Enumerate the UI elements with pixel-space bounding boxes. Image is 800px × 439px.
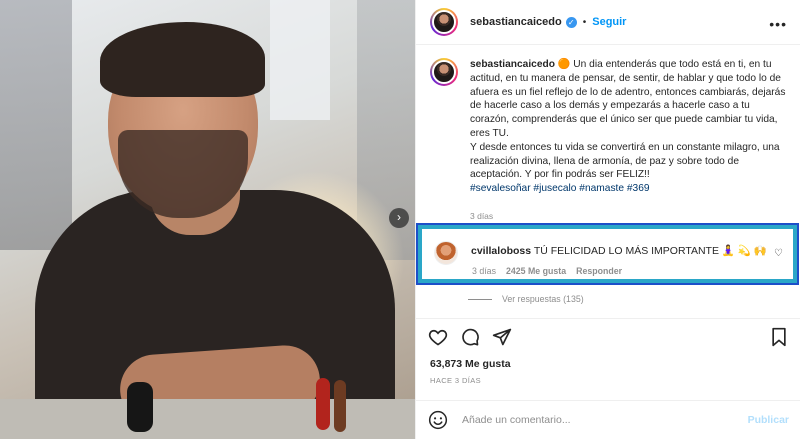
man-hair xyxy=(100,22,265,97)
comment-text: TÚ FELICIDAD LO MÁS IMPORTANTE 🧘‍♀️ 💫 🙌 xyxy=(533,245,767,257)
add-comment-bar: Publicar xyxy=(416,400,800,439)
view-replies-button[interactable]: Ver respuestas (135) xyxy=(468,294,584,304)
comment: cvillaloboss TÚ FELICIDAD LO MÁS IMPORTA… xyxy=(434,241,767,265)
post-photo[interactable]: › xyxy=(0,0,415,439)
table-surface xyxy=(0,399,415,439)
building-center xyxy=(270,0,330,120)
caption-avatar[interactable] xyxy=(430,58,458,86)
comment-meta: 3 días 2425 Me gusta Responder xyxy=(472,266,622,276)
verified-badge-icon: ✓ xyxy=(565,16,577,28)
likes-count[interactable]: 63,873 Me gusta xyxy=(430,358,511,370)
more-horizontal-icon[interactable]: ••• xyxy=(769,16,787,32)
comment-icon[interactable] xyxy=(460,327,480,347)
post-side-panel: sebastiancaicedo ✓ • Seguir ••• sebastia… xyxy=(415,0,800,439)
caption-hashtags[interactable]: #sevalesoñar #jusecalo #namaste #369 xyxy=(470,182,790,196)
comment-time: 3 días xyxy=(472,266,496,276)
caption-text: 🟠 Un dia entenderás que todo está en ti,… xyxy=(470,59,786,181)
post-caption: sebastiancaicedo 🟠 Un dia entenderás que… xyxy=(430,58,790,196)
building-left xyxy=(0,0,72,250)
bracelet-beads xyxy=(334,380,346,432)
post-actions xyxy=(416,318,800,358)
comment-likes[interactable]: 2425 Me gusta xyxy=(506,266,566,276)
commenter-avatar[interactable] xyxy=(434,241,458,265)
separator: • xyxy=(582,16,587,28)
post-header: sebastiancaicedo ✓ • Seguir ••• xyxy=(416,0,800,45)
caption-body: sebastiancaicedo 🟠 Un dia entenderás que… xyxy=(470,58,790,196)
bracelet-black xyxy=(127,382,153,432)
comment-body: cvillaloboss TÚ FELICIDAD LO MÁS IMPORTA… xyxy=(471,241,767,265)
commenter-username[interactable]: cvillaloboss xyxy=(471,245,531,257)
bracelet-red xyxy=(316,378,330,430)
follow-button[interactable]: Seguir xyxy=(592,16,626,28)
instagram-post: › sebastiancaicedo ✓ • Seguir ••• sebast… xyxy=(0,0,800,439)
replies-divider xyxy=(468,298,492,300)
view-replies-label[interactable]: Ver respuestas (135) xyxy=(502,294,584,304)
comment-input[interactable] xyxy=(462,414,732,426)
caption-time: 3 días xyxy=(470,211,494,221)
bookmark-icon[interactable] xyxy=(769,327,789,347)
share-icon[interactable] xyxy=(492,327,512,347)
caption-username[interactable]: sebastiancaicedo xyxy=(470,59,555,70)
chevron-right-icon[interactable]: › xyxy=(389,208,409,228)
avatar[interactable] xyxy=(430,8,458,36)
highlighted-comment: cvillaloboss TÚ FELICIDAD LO MÁS IMPORTA… xyxy=(416,223,799,285)
comment-like-heart-icon[interactable]: ♡ xyxy=(774,248,783,259)
publish-button[interactable]: Publicar xyxy=(748,414,789,426)
heart-icon[interactable] xyxy=(428,327,448,347)
reply-button[interactable]: Responder xyxy=(576,266,622,276)
emoji-icon[interactable] xyxy=(428,410,448,430)
author-username[interactable]: sebastiancaicedo xyxy=(470,16,562,28)
post-date: HACE 3 DÍAS xyxy=(430,376,482,385)
